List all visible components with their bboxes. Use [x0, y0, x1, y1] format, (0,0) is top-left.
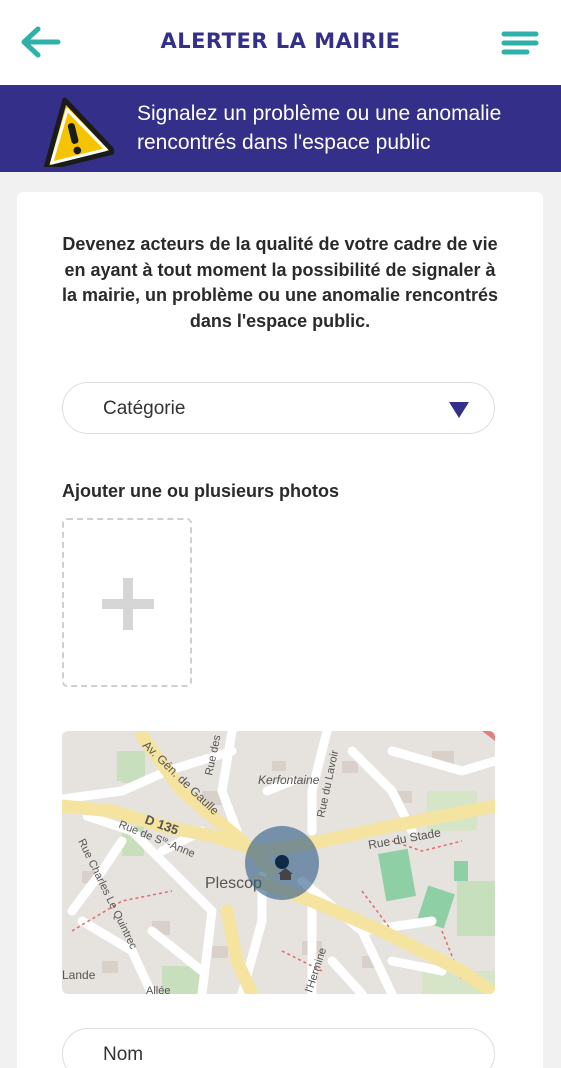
intro-line-1: Devenez acteurs de la qualité de votre c… [62, 234, 498, 254]
banner-line-2: rencontrés dans l'espace public [137, 131, 431, 154]
warning-icon [43, 97, 114, 167]
name-input[interactable]: Nom [62, 1028, 495, 1068]
map-label-lande: Lande [62, 968, 96, 982]
category-select[interactable]: Catégorie [62, 382, 495, 434]
intro-line-3: la mairie, un problème ou une anomalie r… [61, 285, 499, 305]
banner-line-1: Signalez un problème ou une anomalie [137, 102, 502, 125]
page-title: ALERTER LA MAIRIE [160, 29, 401, 53]
add-photo-button[interactable] [62, 518, 192, 687]
report-form-card: Devenez acteurs de la qualité de votre c… [17, 192, 543, 1068]
intro-line-4: dans l'espace public. [189, 310, 371, 331]
location-map[interactable]: Av. Gén. de Gaulle Rue des Kerfontaine R… [62, 731, 495, 994]
map-canvas[interactable]: Av. Gén. de Gaulle Rue des Kerfontaine R… [62, 731, 495, 994]
intro-line-2: en ayant à tout moment la possibilité de… [64, 259, 496, 280]
photos-label: Ajouter une ou plusieurs photos [62, 481, 340, 501]
caret-down-icon [449, 402, 469, 418]
plus-icon [102, 578, 154, 630]
app-header: ALERTER LA MAIRIE [0, 0, 561, 85]
menu-button[interactable] [500, 26, 540, 60]
name-input-placeholder: Nom [103, 1044, 144, 1065]
banner-text: Signalez un problème ou une anomalie ren… [137, 99, 547, 157]
info-banner: Signalez un problème ou une anomalie ren… [0, 85, 561, 172]
intro-text: Devenez acteurs de la qualité de votre c… [37, 232, 523, 334]
category-select-label: Catégorie [103, 398, 186, 419]
map-label-kerfontaine: Kerfontaine [258, 773, 320, 787]
location-pin-icon[interactable] [275, 855, 289, 869]
map-label-allee: Allée [146, 985, 170, 994]
hamburger-menu-icon [501, 31, 539, 55]
